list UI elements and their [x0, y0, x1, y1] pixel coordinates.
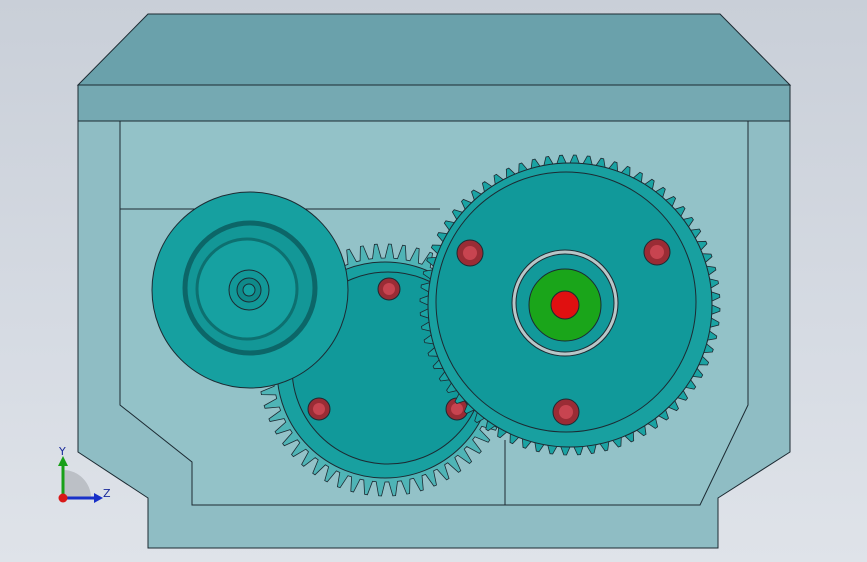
large-gear-bolt — [643, 238, 671, 266]
large-gear-bolt — [552, 398, 580, 426]
housing-top-band — [77, 84, 791, 122]
middle-gear-bolt — [377, 277, 401, 301]
middle-gear-bolt — [307, 397, 331, 421]
large-gear-shaft — [550, 290, 580, 320]
large-gear[interactable] — [419, 154, 721, 456]
triad-x-dot — [58, 493, 68, 503]
housing-top-cap — [76, 13, 792, 86]
large-gear-bolt — [456, 239, 484, 267]
3d-viewport[interactable]: Y Z — [0, 0, 867, 562]
triad-z-arrow — [94, 493, 103, 503]
triad-quarter-disc — [63, 470, 91, 498]
triad-z-label: Z — [103, 487, 111, 500]
input-shaft-cover[interactable] — [151, 191, 349, 389]
triad-y-label: Y — [58, 445, 66, 458]
input-cover-center — [242, 283, 256, 297]
